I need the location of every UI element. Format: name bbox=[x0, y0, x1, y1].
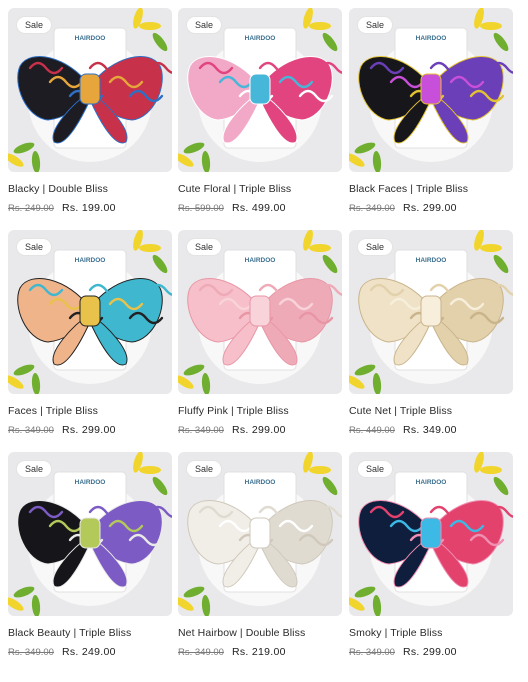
sale-price: Rs. 299.00 bbox=[61, 424, 116, 436]
sale-price: Rs. 499.00 bbox=[231, 202, 286, 214]
compare-at-price: Rs. 349.00 bbox=[8, 647, 54, 658]
product-image-link[interactable]: HAIRDOO Sale bbox=[178, 8, 342, 172]
product-card[interactable]: HAIRDOO Sale Blacky | Double Bliss Rs. 249.… bbox=[8, 8, 172, 214]
sale-badge: Sale bbox=[186, 238, 223, 256]
product-card[interactable]: HAIRDOO Sale Fluffy Pink | Triple Bliss Rs.… bbox=[178, 230, 342, 436]
sale-badge: Sale bbox=[16, 238, 53, 256]
compare-at-price: Rs. 249.00 bbox=[8, 203, 54, 214]
price-row: Rs. 249.00 Rs. 199.00 bbox=[8, 202, 172, 214]
sale-price: Rs. 199.00 bbox=[61, 202, 116, 214]
sale-price: Rs. 349.00 bbox=[402, 424, 457, 436]
leaf-decoration bbox=[309, 22, 331, 30]
price-row: Rs. 349.00 Rs. 299.00 bbox=[349, 646, 513, 658]
product-image-link[interactable]: HAIRDOO Sale bbox=[8, 8, 172, 172]
product-card[interactable]: HAIRDOO Sale Black Faces | Triple Bliss Rs.… bbox=[349, 8, 513, 214]
sale-price: Rs. 299.00 bbox=[402, 202, 457, 214]
product-title[interactable]: Black Faces | Triple Bliss bbox=[349, 183, 513, 195]
product-card[interactable]: HAIRDOO Sale Cute Floral | Triple Bliss Rs.… bbox=[178, 8, 342, 214]
leaf-decoration bbox=[309, 244, 331, 252]
product-title[interactable]: Cute Net | Triple Bliss bbox=[349, 405, 513, 417]
sale-price: Rs. 249.00 bbox=[61, 646, 116, 658]
price-row: Rs. 349.00 Rs. 249.00 bbox=[8, 646, 172, 658]
price-row: Rs. 599.00 Rs. 499.00 bbox=[178, 202, 342, 214]
leaf-decoration bbox=[139, 466, 161, 474]
leaf-decoration bbox=[139, 244, 161, 252]
leaf-decoration bbox=[139, 22, 161, 30]
price-row: Rs. 349.00 Rs. 219.00 bbox=[178, 646, 342, 658]
product-image-link[interactable]: HAIRDOO Sale bbox=[349, 8, 513, 172]
product-image-link[interactable]: HAIRDOO Sale bbox=[8, 452, 172, 616]
brand-label: HAIRDOO bbox=[75, 257, 106, 264]
brand-label: HAIRDOO bbox=[416, 479, 447, 486]
leaf-decoration bbox=[480, 466, 502, 474]
price-row: Rs. 349.00 Rs. 299.00 bbox=[8, 424, 172, 436]
product-title[interactable]: Net Hairbow | Double Bliss bbox=[178, 627, 342, 639]
price-row: Rs. 349.00 Rs. 299.00 bbox=[178, 424, 342, 436]
brand-label: HAIRDOO bbox=[75, 35, 106, 42]
brand-label: HAIRDOO bbox=[245, 479, 276, 486]
product-card[interactable]: HAIRDOO Sale Cute Net | Triple Bliss Rs. 44… bbox=[349, 230, 513, 436]
sale-badge: Sale bbox=[357, 16, 394, 34]
sale-badge: Sale bbox=[16, 16, 53, 34]
product-grid: HAIRDOO Sale Blacky | Double Bliss Rs. 249.… bbox=[0, 0, 528, 682]
sale-price: Rs. 299.00 bbox=[231, 424, 286, 436]
product-image-link[interactable]: HAIRDOO Sale bbox=[178, 230, 342, 394]
sale-price: Rs. 219.00 bbox=[231, 646, 286, 658]
product-image-link[interactable]: HAIRDOO Sale bbox=[349, 452, 513, 616]
sale-badge: Sale bbox=[357, 238, 394, 256]
product-title[interactable]: Black Beauty | Triple Bliss bbox=[8, 627, 172, 639]
product-image-link[interactable]: HAIRDOO Sale bbox=[8, 230, 172, 394]
price-row: Rs. 349.00 Rs. 299.00 bbox=[349, 202, 513, 214]
product-title[interactable]: Smoky | Triple Bliss bbox=[349, 627, 513, 639]
sale-badge: Sale bbox=[16, 460, 53, 478]
compare-at-price: Rs. 349.00 bbox=[178, 647, 224, 658]
product-card[interactable]: HAIRDOO Sale Smoky | Triple Bliss Rs. 349.0… bbox=[349, 452, 513, 658]
compare-at-price: Rs. 599.00 bbox=[178, 203, 224, 214]
product-title[interactable]: Fluffy Pink | Triple Bliss bbox=[178, 405, 342, 417]
compare-at-price: Rs. 349.00 bbox=[178, 425, 224, 436]
product-image-link[interactable]: HAIRDOO Sale bbox=[349, 230, 513, 394]
price-row: Rs. 449.00 Rs. 349.00 bbox=[349, 424, 513, 436]
compare-at-price: Rs. 349.00 bbox=[8, 425, 54, 436]
product-title[interactable]: Blacky | Double Bliss bbox=[8, 183, 172, 195]
sale-badge: Sale bbox=[357, 460, 394, 478]
product-title[interactable]: Faces | Triple Bliss bbox=[8, 405, 172, 417]
brand-label: HAIRDOO bbox=[416, 257, 447, 264]
brand-label: HAIRDOO bbox=[245, 257, 276, 264]
product-card[interactable]: HAIRDOO Sale Faces | Triple Bliss Rs. 349.0… bbox=[8, 230, 172, 436]
brand-label: HAIRDOO bbox=[245, 35, 276, 42]
product-title[interactable]: Cute Floral | Triple Bliss bbox=[178, 183, 342, 195]
compare-at-price: Rs. 449.00 bbox=[349, 425, 395, 436]
product-card[interactable]: HAIRDOO Sale Net Hairbow | Double Bliss Rs.… bbox=[178, 452, 342, 658]
product-card[interactable]: HAIRDOO Sale Black Beauty | Triple Bliss Rs… bbox=[8, 452, 172, 658]
leaf-decoration bbox=[480, 22, 502, 30]
product-image-link[interactable]: HAIRDOO Sale bbox=[178, 452, 342, 616]
brand-label: HAIRDOO bbox=[75, 479, 106, 486]
leaf-decoration bbox=[480, 244, 502, 252]
compare-at-price: Rs. 349.00 bbox=[349, 203, 395, 214]
sale-badge: Sale bbox=[186, 16, 223, 34]
sale-price: Rs. 299.00 bbox=[402, 646, 457, 658]
leaf-decoration bbox=[309, 466, 331, 474]
brand-label: HAIRDOO bbox=[416, 35, 447, 42]
sale-badge: Sale bbox=[186, 460, 223, 478]
compare-at-price: Rs. 349.00 bbox=[349, 647, 395, 658]
